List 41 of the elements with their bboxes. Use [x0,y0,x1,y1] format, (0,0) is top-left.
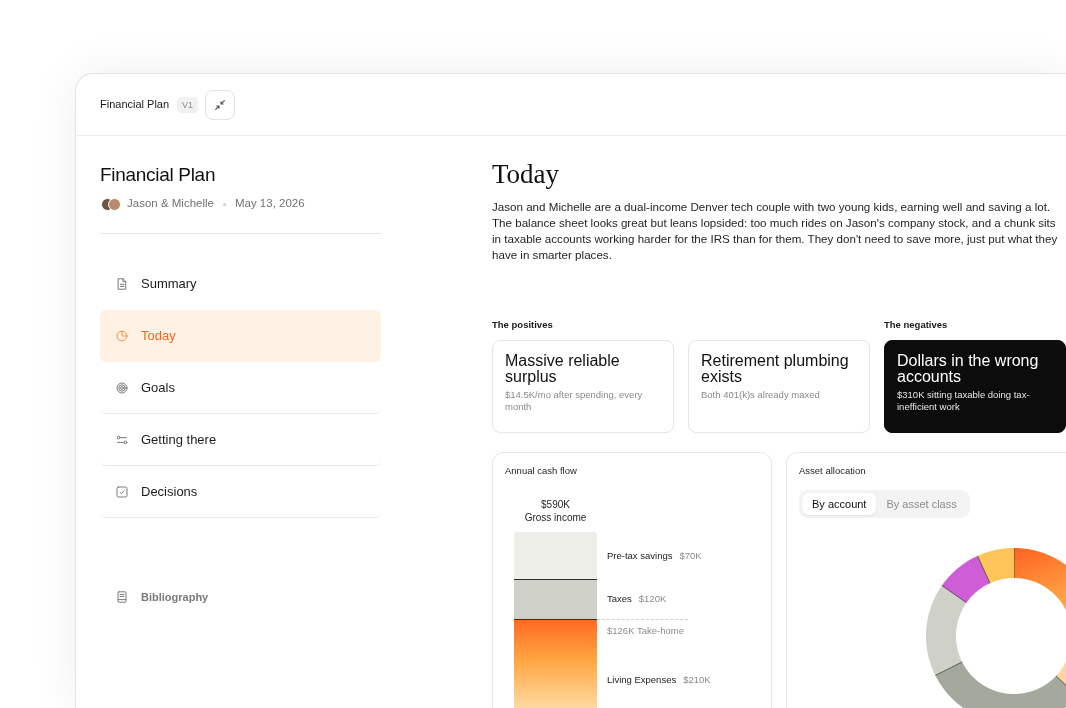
section-title: Today [492,158,561,190]
segment-label: Pre-tax savings [607,549,673,562]
card-title: Retirement plumbing exists [701,353,850,385]
window-title: Financial Plan [100,97,170,113]
avatar-icon [108,197,121,211]
segment-amount: $210K [683,674,711,686]
version-badge: V1 [177,96,199,113]
card-detail: $310K sitting taxable doing tax-inefficient work [897,389,1031,413]
sidebar-item[interactable]: Decisions [100,466,381,518]
segment-amount: $120K [638,593,667,605]
collapse-button[interactable] [205,89,236,120]
book-icon [116,591,128,603]
bibliography-link[interactable]: Bibliography [100,587,209,607]
card-detail: $14.5K/mo after spending, every month [505,389,644,413]
plan-title: Financial Plan [100,163,217,187]
sliders-icon [116,433,128,446]
sidebar-item[interactable]: Goals [100,362,381,414]
segment-amount: $70K [679,549,702,562]
intro-paragraph: Jason and Michelle are a dual-income Denver tech couple with two young kids, earning well and saving a lot. The balance sheet looks great but leans lopsided: too much rides on Jason's company stock, and a chunk sits in taxable accounts working harder for the IRS than for them. They don't need to save more, just put what they have in smarter places. [492,199,1059,263]
document-icon [116,277,128,290]
highlights-heading: The negatives [884,318,949,332]
pie-chart-icon [116,329,128,342]
card-title: Dollars in the wrong accounts [897,353,1040,385]
card-title: Massive reliable surplus [505,353,621,385]
collapse-icon [215,99,226,110]
view-tab[interactable]: By account [802,493,877,515]
take-home-label: $126K Take-home [606,625,684,637]
target-icon [116,381,128,394]
chart-title: Annual cash flow [504,464,578,478]
checkbox-icon [116,485,128,498]
total-amount: $590K [541,498,570,511]
plan-date: May 13, 2026 [234,196,305,212]
chart-title: Asset allocation [798,464,867,478]
segment-label: Living Expenses [607,674,677,686]
highlights-heading: The positives [492,318,554,332]
sidebar-item[interactable]: Summary [100,258,381,310]
card-detail: Both 401(k)s already maxed [701,389,821,401]
client-names: Jason & Michelle [127,196,214,212]
sidebar-item[interactable]: Getting there [100,414,381,466]
total-label: Gross income [524,511,587,524]
segment-label: Taxes [607,593,632,605]
